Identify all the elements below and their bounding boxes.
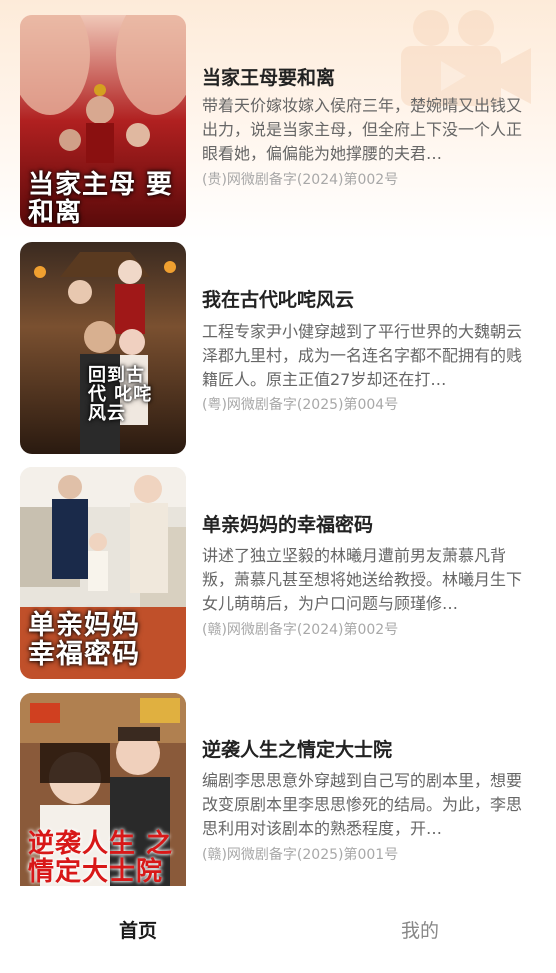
drama-description: 带着天价嫁妆嫁入侯府三年，楚婉晴又出钱又出力，说是当家主母，但全府上下没一个人正… (202, 96, 523, 163)
list-item[interactable]: 逆袭人生 之情定大士院 逆袭人生之情定大士院 编剧李思思意外穿越到自己写的剧本里… (20, 693, 540, 886)
drama-list: 当家主母 要和离 当家王母要和离 带着天价嫁妆嫁入侯府三年，楚婉晴又出钱又出力，… (0, 0, 556, 886)
registration-number: (贵)网微剧备字(2024)第002号 (202, 172, 399, 188)
poster-thumbnail[interactable]: 单亲妈妈 幸福密码 (20, 467, 186, 679)
bottom-tab-bar: 首页 我的 (0, 886, 556, 973)
poster-title: 回到古代 叱咤风云 (88, 365, 153, 425)
drama-title[interactable]: 单亲妈妈的幸福密码 (202, 510, 373, 537)
drama-info: 当家王母要和离 带着天价嫁妆嫁入侯府三年，楚婉晴又出钱又出力，说是当家主母，但全… (202, 15, 540, 227)
tab-home[interactable]: 首页 (78, 916, 198, 943)
drama-description: 编剧李思思意外穿越到自己写的剧本里，想要改变原剧本里李思思惨死的结局。为此，李思… (202, 771, 523, 838)
list-item[interactable]: 回到古代 叱咤风云 我在古代叱咤风云 工程专家尹小健穿越到了平行世界的大魏朝云泽… (20, 242, 540, 454)
drama-title[interactable]: 当家王母要和离 (202, 63, 335, 90)
drama-description: 工程专家尹小健穿越到了平行世界的大魏朝云泽郡九里村，成为一名连名字都不配拥有的贱… (202, 322, 523, 389)
drama-info: 逆袭人生之情定大士院 编剧李思思意外穿越到自己写的剧本里，想要改变原剧本里李思思… (202, 693, 540, 886)
poster-title: 逆袭人生 之情定大士院 (28, 829, 174, 886)
tab-mine[interactable]: 我的 (360, 916, 480, 943)
registration-number: (赣)网微剧备字(2024)第002号 (202, 622, 399, 638)
drama-info: 我在古代叱咤风云 工程专家尹小健穿越到了平行世界的大魏朝云泽郡九里村，成为一名连… (202, 242, 540, 454)
list-item[interactable]: 当家主母 要和离 当家王母要和离 带着天价嫁妆嫁入侯府三年，楚婉晴又出钱又出力，… (20, 15, 540, 227)
drama-title[interactable]: 我在古代叱咤风云 (202, 285, 354, 312)
list-item[interactable]: 单亲妈妈 幸福密码 单亲妈妈的幸福密码 讲述了独立坚毅的林曦月遭前男友萧慕凡背叛… (20, 467, 540, 679)
drama-info: 单亲妈妈的幸福密码 讲述了独立坚毅的林曦月遭前男友萧慕凡背叛，萧慕凡甚至想将她送… (202, 467, 540, 679)
registration-number: (粤)网微剧备字(2025)第004号 (202, 397, 399, 413)
drama-description: 讲述了独立坚毅的林曦月遭前男友萧慕凡背叛，萧慕凡甚至想将她送给教授。林曦月生下女… (202, 546, 523, 613)
drama-title[interactable]: 逆袭人生之情定大士院 (202, 735, 392, 762)
registration-number: (赣)网微剧备字(2025)第001号 (202, 847, 399, 863)
poster-title: 单亲妈妈 幸福密码 (28, 610, 140, 670)
poster-thumbnail[interactable]: 逆袭人生 之情定大士院 (20, 693, 186, 886)
poster-thumbnail[interactable]: 回到古代 叱咤风云 (20, 242, 186, 454)
poster-title: 当家主母 要和离 (28, 170, 174, 227)
poster-thumbnail[interactable]: 当家主母 要和离 (20, 15, 186, 227)
